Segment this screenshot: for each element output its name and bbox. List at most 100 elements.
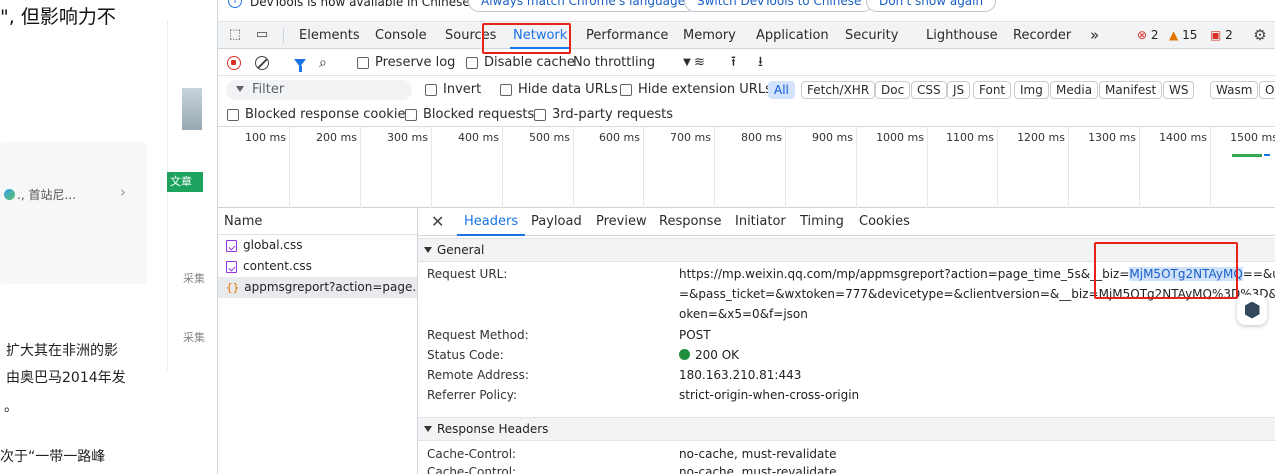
referrer-policy-value: strict-origin-when-cross-origin [679, 388, 860, 402]
network-timeline-overview[interactable]: 100 ms 200 ms 300 ms 400 ms 500 ms 600 m… [218, 127, 1275, 208]
type-filter-all[interactable]: All [768, 81, 795, 99]
css-file-icon [226, 239, 237, 252]
close-icon[interactable]: ✕ [431, 212, 444, 231]
switch-to-chinese-button[interactable]: Switch DevTools to Chinese [684, 0, 875, 12]
filter-toggle[interactable] [294, 50, 306, 75]
timeline-tick: 1300 ms [1069, 127, 1140, 208]
type-filter-css[interactable]: CSS [911, 81, 947, 99]
record-button[interactable] [227, 50, 241, 75]
type-filter-media[interactable]: Media [1050, 81, 1099, 99]
article-thumbnail[interactable] [182, 88, 202, 130]
blocked-requests-checkbox[interactable]: Blocked requests [405, 103, 534, 126]
error-count[interactable]: ⊗ 2 [1137, 22, 1159, 49]
tab-timing[interactable]: Timing [800, 208, 844, 236]
preserve-log-checkbox[interactable]: Preserve log [357, 50, 455, 75]
timeline-tick: 300 ms [361, 127, 432, 208]
tab-security[interactable]: Security [845, 22, 898, 49]
throttling-select[interactable]: No throttling ▼ [573, 50, 691, 75]
timeline-tick: 200 ms [290, 127, 361, 208]
import-har-icon[interactable]: ⭱ [731, 50, 736, 75]
tab-memory[interactable]: Memory [683, 22, 736, 49]
invert-checkbox[interactable]: Invert [425, 76, 481, 103]
infobar-message: DevTools is now available in Chinese! [250, 0, 475, 9]
response-headers-section-header[interactable]: Response Headers [418, 417, 1275, 441]
type-filter-fetch-xhr[interactable]: Fetch/XHR [801, 81, 876, 99]
request-url-value-cont[interactable]: oken=&x5=0&f=json [679, 307, 808, 321]
language-infobar: i DevTools is now available in Chinese! … [218, 0, 1275, 22]
hide-extension-urls-checkbox[interactable]: Hide extension URLs [620, 76, 772, 103]
tab-console[interactable]: Console [375, 22, 427, 49]
referrer-policy-label: Referrer Policy: [427, 388, 517, 402]
article-paragraph: 。 [4, 399, 18, 415]
type-filter-wasm[interactable]: Wasm [1210, 81, 1259, 99]
annotation-biz-param [1094, 242, 1238, 299]
timeline-tick: 700 ms [644, 127, 715, 208]
device-toolbar-icon[interactable]: ▭ [254, 27, 270, 43]
more-tabs-icon[interactable]: » [1090, 22, 1099, 49]
tab-initiator[interactable]: Initiator [735, 208, 786, 236]
type-filter-doc[interactable]: Doc [875, 81, 911, 99]
match-language-button[interactable]: Always match Chrome's language [468, 0, 698, 12]
page-side-column [167, 20, 207, 370]
tab-performance[interactable]: Performance [586, 22, 668, 49]
annotation-network-tab [482, 23, 571, 54]
blocked-cookies-checkbox[interactable]: Blocked response cookies [227, 103, 412, 126]
chevron-right-icon[interactable]: › [120, 183, 126, 201]
timeline-tick: 1000 ms [857, 127, 928, 208]
card-text: ., 首站尼... [4, 186, 76, 203]
request-row-selected[interactable]: {} appmsgreport?action=page... [218, 277, 417, 298]
timeline-tick: 500 ms [503, 127, 574, 208]
warning-count[interactable]: ▲ 15 [1169, 22, 1197, 49]
type-filter-js[interactable]: JS [947, 81, 971, 99]
devtools-panel: i DevTools is now available in Chinese! … [217, 0, 1275, 474]
filter-input[interactable]: Filter [226, 80, 412, 100]
tab-preview[interactable]: Preview [596, 208, 647, 236]
detail-tabs: ✕ Headers Payload Preview Response Initi… [418, 208, 1275, 236]
globe-icon [4, 189, 15, 200]
tab-recorder[interactable]: Recorder [1013, 22, 1071, 49]
search-icon[interactable]: ⌕ [319, 50, 327, 75]
tab-headers[interactable]: Headers [456, 208, 526, 236]
type-filter-ws[interactable]: WS [1163, 81, 1195, 99]
type-filter-img[interactable]: Img [1014, 81, 1049, 99]
recommend-card[interactable] [0, 142, 147, 284]
article-tag[interactable]: 文章 [167, 172, 203, 192]
request-row[interactable]: content.css [218, 256, 417, 277]
third-party-requests-checkbox[interactable]: 3rd-party requests [534, 103, 673, 126]
status-code-label: Status Code: [427, 348, 504, 362]
collapse-triangle-icon [424, 426, 432, 432]
request-list: Name global.css content.css {} appmsgrepo… [218, 208, 418, 474]
type-filter-other[interactable]: Other [1259, 81, 1275, 99]
article-snippet: ", 但影响力不 [0, 6, 116, 28]
settings-gear-icon[interactable]: ⚙ [1252, 27, 1268, 43]
collapse-triangle-icon [424, 247, 432, 253]
timeline-tick: 900 ms [786, 127, 857, 208]
clear-button[interactable] [255, 50, 269, 75]
blocked-filter-bar: Blocked response cookies Blocked request… [218, 103, 1275, 127]
tab-elements[interactable]: Elements [299, 22, 360, 49]
inspect-element-icon[interactable]: ⬚ [227, 27, 243, 43]
request-url-label: Request URL: [427, 267, 508, 281]
name-column-header[interactable]: Name [218, 208, 417, 235]
record-icon [227, 55, 241, 70]
response-header-value: no-cache, must-revalidate [679, 465, 837, 474]
tab-cookies[interactable]: Cookies [859, 208, 910, 236]
timeline-tick: 1200 ms [998, 127, 1069, 208]
issues-count[interactable]: ▣ 2 [1210, 22, 1233, 49]
network-conditions-icon[interactable]: ≋ [694, 50, 705, 75]
floating-extension-button[interactable] [1237, 295, 1267, 325]
panel-tabs: ⬚ ▭ Elements Console Sources Network Per… [218, 22, 1275, 49]
type-filter-font[interactable]: Font [973, 81, 1012, 99]
request-row[interactable]: global.css [218, 235, 417, 256]
type-filter-manifest[interactable]: Manifest [1099, 81, 1163, 99]
tab-application[interactable]: Application [756, 22, 829, 49]
xhr-icon: {} [226, 281, 240, 294]
hide-data-urls-checkbox[interactable]: Hide data URLs [500, 76, 618, 103]
dont-show-again-button[interactable]: Don't show again [866, 0, 997, 12]
timeline-tick: 1500 ms [1211, 127, 1275, 208]
tab-response[interactable]: Response [659, 208, 721, 236]
tab-lighthouse[interactable]: Lighthouse [926, 22, 998, 49]
timeline-tick: 100 ms [218, 127, 290, 208]
tab-payload[interactable]: Payload [531, 208, 582, 236]
export-har-icon[interactable]: ⭳ [758, 50, 763, 75]
